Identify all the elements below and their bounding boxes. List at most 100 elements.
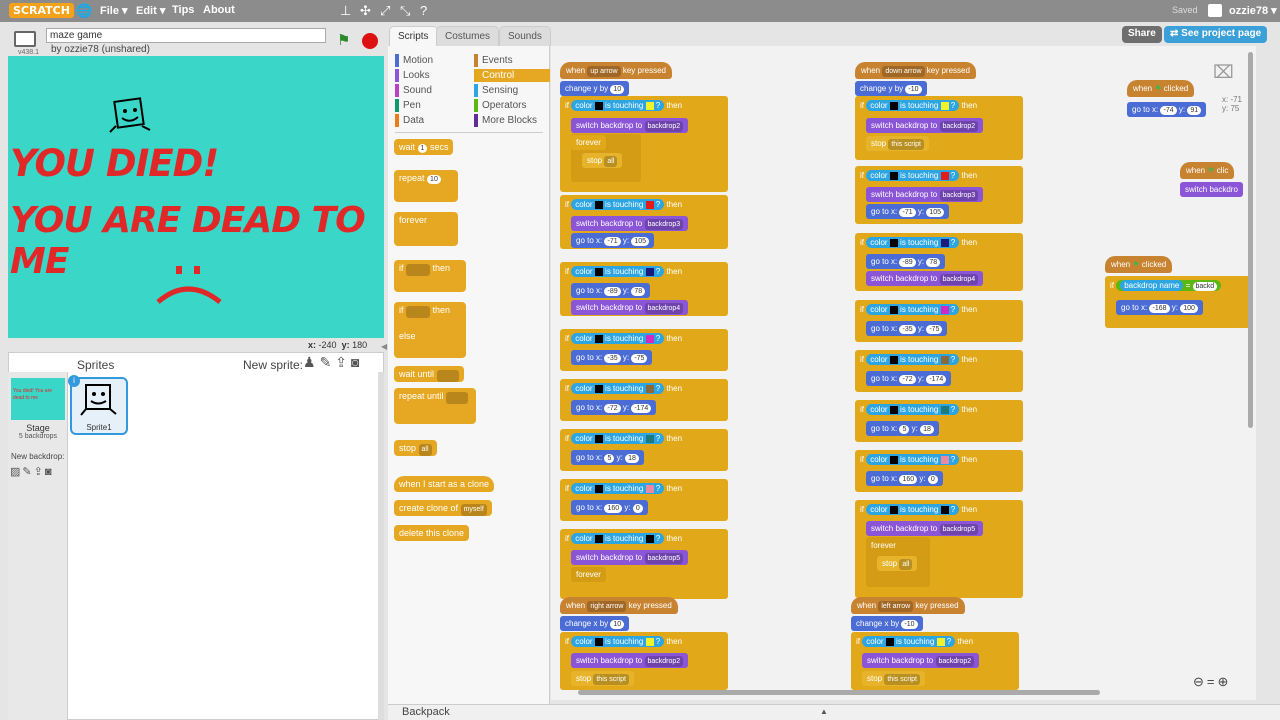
tab-sounds[interactable]: Sounds [499,26,551,46]
upload-icon[interactable]: ⇪ [335,354,351,370]
when-flag-clicked-hat-2[interactable]: when ⚑ clic [1180,162,1235,179]
change-x-neg-block[interactable]: change x by -10 [851,616,923,631]
change-x-block[interactable]: change x by 10 [560,616,630,631]
palette-if-block[interactable]: if then [394,260,466,292]
switch-backdrop-block[interactable]: switch backdrop to backdrop2 [571,118,689,133]
backpack-expand-icon[interactable]: ▲ [820,707,828,716]
category-events[interactable]: Events [474,54,513,67]
goto-block-r5[interactable]: go to x: 160 y: 0 [866,471,943,486]
palette-when-clone-block[interactable]: when I start as a clone [394,476,495,492]
when-up-arrow-hat[interactable]: when up arrow key pressed [560,62,672,79]
goto-flag-block[interactable]: go to x: -74 y: 91 [1127,102,1207,117]
switch-backdrop-r1[interactable]: switch backdrop to backdrop3 [866,187,984,202]
palette-wait-block[interactable]: wait 1 secs [394,139,454,155]
camera-icon[interactable]: ◙ [351,354,363,370]
palette-forever-block[interactable]: forever [394,212,458,246]
presentation-mode-icon[interactable] [14,31,36,47]
goto-block-l4[interactable]: go to x: 5 y: 18 [571,450,644,465]
see-project-page-button[interactable]: ⇄ See project page [1164,26,1268,43]
stop-script-left[interactable]: stop this script [862,671,925,686]
backdrop-camera-icon[interactable]: ◙ [45,466,54,478]
account-menu[interactable]: ozzie78 ▾ [1229,4,1277,17]
goto-block-r1[interactable]: go to x: -89 y: 78 [866,254,946,269]
stop-sign-icon[interactable] [362,33,378,49]
project-title-input[interactable]: maze game [46,28,326,43]
change-y-block[interactable]: change y by 10 [560,81,630,96]
category-motion[interactable]: Motion [395,54,433,67]
stage[interactable]: YOU DIED! YOU ARE DEAD TO ME [8,56,384,338]
backpack-bar[interactable] [388,704,1280,720]
file-menu[interactable]: File ▾ [100,4,128,17]
backdrop-upload-icon[interactable]: ⇪ [34,466,45,478]
paint-brush-icon[interactable]: ✎ [320,354,336,370]
switch-backdrop5-block[interactable]: switch backdrop to backdrop5 [571,550,689,565]
category-more-blocks[interactable]: More Blocks [474,114,537,127]
folder-icon[interactable] [1208,4,1222,17]
zoom-out-icon[interactable]: ⊖ [1193,674,1207,689]
green-flag-icon[interactable]: ⚑ [337,31,350,49]
tips-menu[interactable]: Tips [172,4,194,16]
palette-stop-block[interactable]: stop all [394,440,437,456]
when-down-arrow-hat[interactable]: when down arrow key pressed [855,62,976,79]
tab-costumes[interactable]: Costumes [436,26,500,46]
switch-backdrop4-block[interactable]: switch backdrop to backdrop4 [571,300,689,315]
when-left-arrow-hat[interactable]: when left arrow key pressed [851,597,965,614]
goto-backdrop-block[interactable]: go to x: -168 y: 100 [1116,300,1203,315]
category-sound[interactable]: Sound [395,84,432,97]
edit-menu[interactable]: Edit ▾ [136,4,165,17]
scratch-logo[interactable]: SCRATCH [9,3,74,18]
stop-script-r0[interactable]: stop this script [866,136,929,151]
share-button[interactable]: Share [1122,26,1162,43]
change-y-neg-block[interactable]: change y by -10 [855,81,927,96]
zoom-reset-icon[interactable]: = [1207,674,1218,689]
category-operators[interactable]: Operators [474,99,526,112]
scripts-vertical-scrollbar[interactable] [1248,52,1253,428]
goto-block-r2[interactable]: go to x: -35 y: -75 [866,321,948,336]
palette-repeat-until-block[interactable]: repeat until [394,388,476,424]
category-sensing[interactable]: Sensing [474,84,518,97]
cut-scissors-icon[interactable]: ✣ [360,3,371,19]
stop-script-block[interactable]: stop this script [571,671,634,686]
grow-icon[interactable]: ⤢ [380,3,390,19]
stop-all-r[interactable]: stop all [877,556,918,571]
stage-thumbnail[interactable]: You died! You are dead to me [11,378,65,420]
switch-backdrop-r7[interactable]: switch backdrop to backdrop5 [866,521,984,536]
category-control[interactable]: Control [474,69,550,82]
goto-block-l2[interactable]: go to x: -35 y: -75 [571,350,653,365]
about-menu[interactable]: About [203,4,235,16]
sprites-scrollbar[interactable] [378,372,384,720]
palette-repeat-block[interactable]: repeat 10 [394,170,458,202]
stop-all-block[interactable]: stop all [582,153,623,168]
when-flag-clicked-hat-1[interactable]: when ⚑ clicked [1127,80,1195,97]
switch-backdrop3-block[interactable]: switch backdrop to backdrop3 [571,216,689,231]
switch-backdrop-r2[interactable]: switch backdrop to backdrop4 [866,271,984,286]
duplicate-stamp-icon[interactable]: ⊥ [340,3,351,19]
backdrop-library-icon[interactable]: ▨ [10,466,22,478]
when-right-arrow-hat[interactable]: when right arrow key pressed [560,597,678,614]
goto-block-l1[interactable]: go to x: -89 y: 78 [571,283,651,298]
scripts-horizontal-scrollbar[interactable] [578,690,1100,695]
shrink-icon[interactable]: ⤡ [400,3,410,19]
category-data[interactable]: Data [395,114,424,127]
palette-create-clone-block[interactable]: create clone of myself [394,500,492,516]
goto-block-r4[interactable]: go to x: 5 y: 18 [866,421,939,436]
goto-block-l3[interactable]: go to x: -72 y: -174 [571,400,657,415]
goto-block-r3[interactable]: go to x: -72 y: -174 [866,371,952,386]
goto-block-l0[interactable]: go to x: -71 y: 105 [571,233,654,248]
zoom-in-icon[interactable]: ⊕ [1218,674,1232,689]
switch-backdro-block[interactable]: switch backdro [1180,182,1243,197]
when-flag-clicked-hat-3[interactable]: when ⚑ clicked [1105,256,1173,273]
switch-backdrop-left[interactable]: switch backdrop to backdrop2 [862,653,980,668]
category-looks[interactable]: Looks [395,69,430,82]
palette-wait-until-block[interactable]: wait until [394,366,464,382]
globe-icon[interactable]: 🌐 [76,3,92,19]
palette-delete-clone-block[interactable]: delete this clone [394,525,470,541]
help-icon[interactable]: ? [420,3,427,18]
switch-backdrop-r0[interactable]: switch backdrop to backdrop2 [866,118,984,133]
goto-block-l5[interactable]: go to x: 160 y: 0 [571,500,648,515]
switch-backdrop2-block-2[interactable]: switch backdrop to backdrop2 [571,653,689,668]
backdrop-paint-icon[interactable]: ✎ [22,466,33,478]
tab-scripts[interactable]: Scripts [389,26,438,46]
goto-block-r0[interactable]: go to x: -71 y: 105 [866,204,949,219]
palette-if-else-block[interactable]: if then else [394,302,466,358]
